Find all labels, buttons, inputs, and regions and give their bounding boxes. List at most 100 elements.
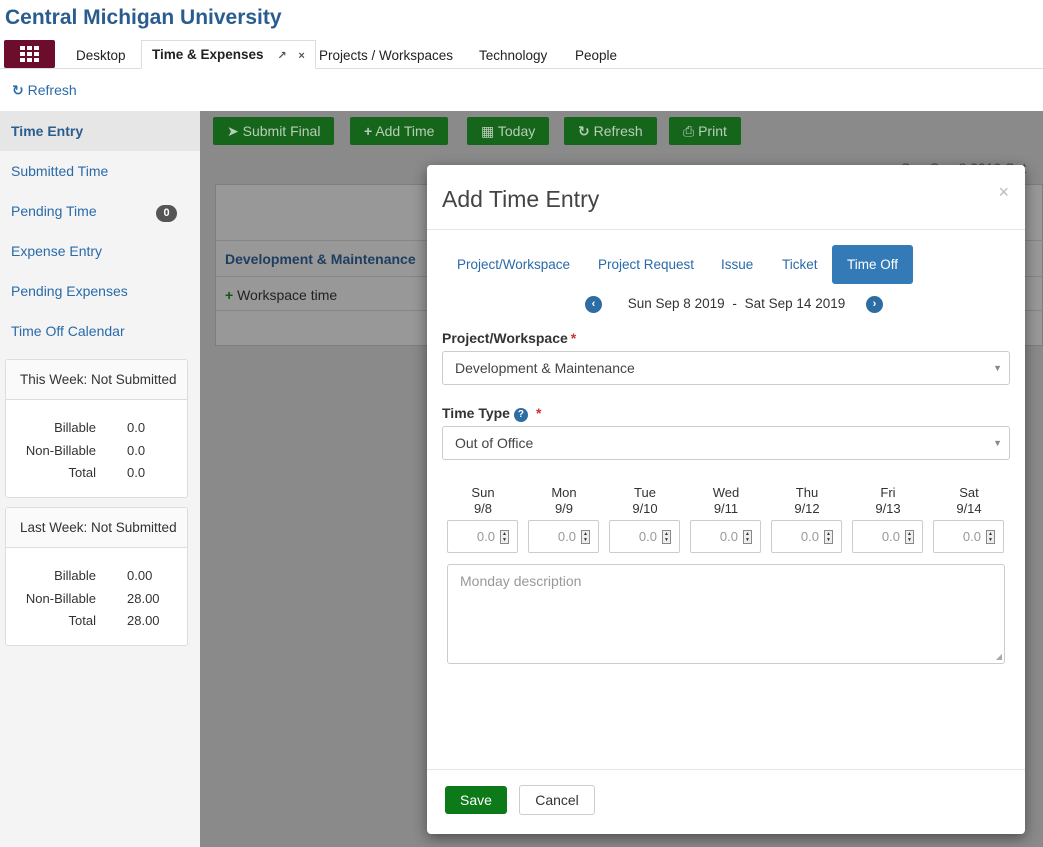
tab-project-workspace[interactable]: Project/Workspace <box>442 245 585 284</box>
hours-input-wed[interactable]: 0.0 ▲ ▼ <box>690 520 761 553</box>
day-name: Fri <box>880 485 896 500</box>
popout-icon[interactable]: ↗ <box>277 50 286 62</box>
required-mark: * <box>535 405 542 421</box>
hours-input-tue[interactable]: 0.0 ▲ ▼ <box>609 520 680 553</box>
plus-icon: + <box>364 123 373 139</box>
hours-input-sun[interactable]: 0.0 ▲ ▼ <box>447 520 518 553</box>
spinner-icon[interactable]: ▲ ▼ <box>743 530 752 544</box>
spinner-icon[interactable]: ▲ ▼ <box>986 530 995 544</box>
project-field-label: Project/Workspace * <box>442 330 576 346</box>
spinner-icon[interactable]: ▲ ▼ <box>500 530 509 544</box>
hours-input-mon[interactable]: 0.0 ▲ ▼ <box>528 520 599 553</box>
refresh-icon: ↻ <box>578 123 590 139</box>
workspace-time-label: Workspace time <box>237 287 338 303</box>
grid-icon <box>19 46 39 62</box>
workspace-time-link[interactable]: + Workspace time <box>225 287 337 303</box>
refresh-label: Refresh <box>593 123 643 139</box>
send-icon: ➤ <box>227 123 239 139</box>
day-date: 9/8 <box>473 501 493 516</box>
hours-value: 0.0 <box>476 529 495 544</box>
chevron-right-icon[interactable]: › <box>866 296 883 313</box>
this-week-summary: This Week: Not Submitted Billable 0.0 No… <box>5 359 188 498</box>
day-date: 9/14 <box>956 501 982 516</box>
tab-projects-workspaces[interactable]: Projects / Workspaces <box>319 40 453 69</box>
project-select[interactable]: Development & Maintenance ▼ <box>442 351 1010 385</box>
hours-input-sat[interactable]: 0.0 ▲ ▼ <box>933 520 1004 553</box>
last-week-summary: Last Week: Not Submitted Billable 0.00 N… <box>5 507 188 646</box>
help-icon[interactable]: ? <box>513 408 528 422</box>
summary-label: Billable <box>54 568 96 583</box>
sidebar-item-pending-expenses[interactable]: Pending Expenses <box>0 271 200 311</box>
hours-value: 0.0 <box>881 529 900 544</box>
caret-down-icon: ▼ <box>993 363 1002 373</box>
tab-project-request[interactable]: Project Request <box>583 245 709 284</box>
summary-row: Non-Billable 0.0 <box>6 440 187 463</box>
cancel-button[interactable]: Cancel <box>519 785 595 815</box>
time-type-label-text: Time Type <box>442 405 510 421</box>
day-name: Thu <box>795 485 819 500</box>
day-name: Tue <box>634 485 656 500</box>
tab-time-expenses[interactable]: Time & Expenses ↗ × <box>141 40 316 69</box>
close-tab-icon[interactable]: × <box>298 50 304 62</box>
print-button[interactable]: ⎙ Print <box>669 117 741 145</box>
calendar-icon: ▦ <box>481 123 495 139</box>
spinner-icon[interactable]: ▲ ▼ <box>905 530 914 544</box>
hours-value: 0.0 <box>719 529 738 544</box>
app-tab-bar: Desktop Time & Expenses ↗ × Projects / W… <box>0 40 1043 69</box>
modal-title: Add Time Entry <box>442 186 600 212</box>
hours-input-thu[interactable]: 0.0 ▲ ▼ <box>771 520 842 553</box>
add-time-label: Add Time <box>375 123 435 139</box>
last-week-title: Last Week: Not Submitted <box>6 508 187 548</box>
day-name: Sun <box>471 485 495 500</box>
summary-label: Non-Billable <box>25 442 96 458</box>
close-icon[interactable]: × <box>998 182 1009 203</box>
sidebar-item-submitted-time[interactable]: Submitted Time <box>0 151 200 191</box>
sidebar: Time Entry Submitted Time Pending Time E… <box>0 111 200 847</box>
hours-input-fri[interactable]: 0.0 ▲ ▼ <box>852 520 923 553</box>
project-row-label: Development & Maintenance <box>225 251 416 267</box>
week-navigator: ‹ Sun Sep 8 2019 - Sat Sep 14 2019 › <box>585 296 883 316</box>
summary-row: Billable 0.00 <box>6 565 187 588</box>
sidebar-item-time-entry[interactable]: Time Entry <box>0 111 200 151</box>
tab-issue[interactable]: Issue <box>706 245 768 284</box>
sidebar-item-expense-entry[interactable]: Expense Entry <box>0 231 200 271</box>
description-textarea[interactable]: Monday description ◢ <box>447 564 1005 664</box>
add-time-button[interactable]: + Add Time <box>350 117 449 145</box>
hours-value: 0.0 <box>800 529 819 544</box>
summary-value: 28.00 <box>127 590 160 606</box>
this-week-title: This Week: Not Submitted <box>6 360 187 400</box>
spinner-icon[interactable]: ▲ ▼ <box>581 530 590 544</box>
day-header-fri: Fri 9/13 <box>852 485 924 517</box>
tab-technology[interactable]: Technology <box>479 40 547 69</box>
modal-footer-divider <box>427 769 1025 770</box>
save-button[interactable]: Save <box>445 786 507 814</box>
refresh-button[interactable]: ↻ Refresh <box>564 117 657 145</box>
summary-row: Billable 0.0 <box>6 417 187 440</box>
today-button[interactable]: ▦ Today <box>467 117 550 145</box>
spinner-icon[interactable]: ▲ ▼ <box>662 530 671 544</box>
resize-grip-icon[interactable]: ◢ <box>996 652 1002 661</box>
tab-desktop[interactable]: Desktop <box>76 40 126 69</box>
tab-ticket[interactable]: Ticket <box>767 245 833 284</box>
summary-row: Total 28.00 <box>6 610 187 633</box>
submit-final-button[interactable]: ➤ Submit Final <box>213 117 335 145</box>
app-launcher-button[interactable] <box>4 40 55 68</box>
top-refresh-link[interactable]: ↻ Refresh <box>12 82 77 99</box>
today-label: Today <box>497 123 536 139</box>
summary-value: 0.0 <box>127 442 146 458</box>
day-header-thu: Thu 9/12 <box>771 485 843 517</box>
caret-down-icon: ▼ <box>993 438 1002 448</box>
description-placeholder: Monday description <box>460 573 582 589</box>
sidebar-item-time-off-calendar[interactable]: Time Off Calendar <box>0 311 200 351</box>
spinner-icon[interactable]: ▲ ▼ <box>824 530 833 544</box>
hours-value: 0.0 <box>557 529 576 544</box>
summary-value: 28.00 <box>127 613 160 628</box>
summary-value: 0.0 <box>127 465 146 480</box>
day-date: 9/9 <box>554 501 574 516</box>
summary-label: Total <box>68 465 96 480</box>
tab-time-off[interactable]: Time Off <box>832 245 914 284</box>
tab-people[interactable]: People <box>575 40 617 69</box>
chevron-left-icon[interactable]: ‹ <box>585 296 602 313</box>
time-type-select[interactable]: Out of Office ▼ <box>442 426 1010 460</box>
hours-value: 0.0 <box>962 529 981 544</box>
